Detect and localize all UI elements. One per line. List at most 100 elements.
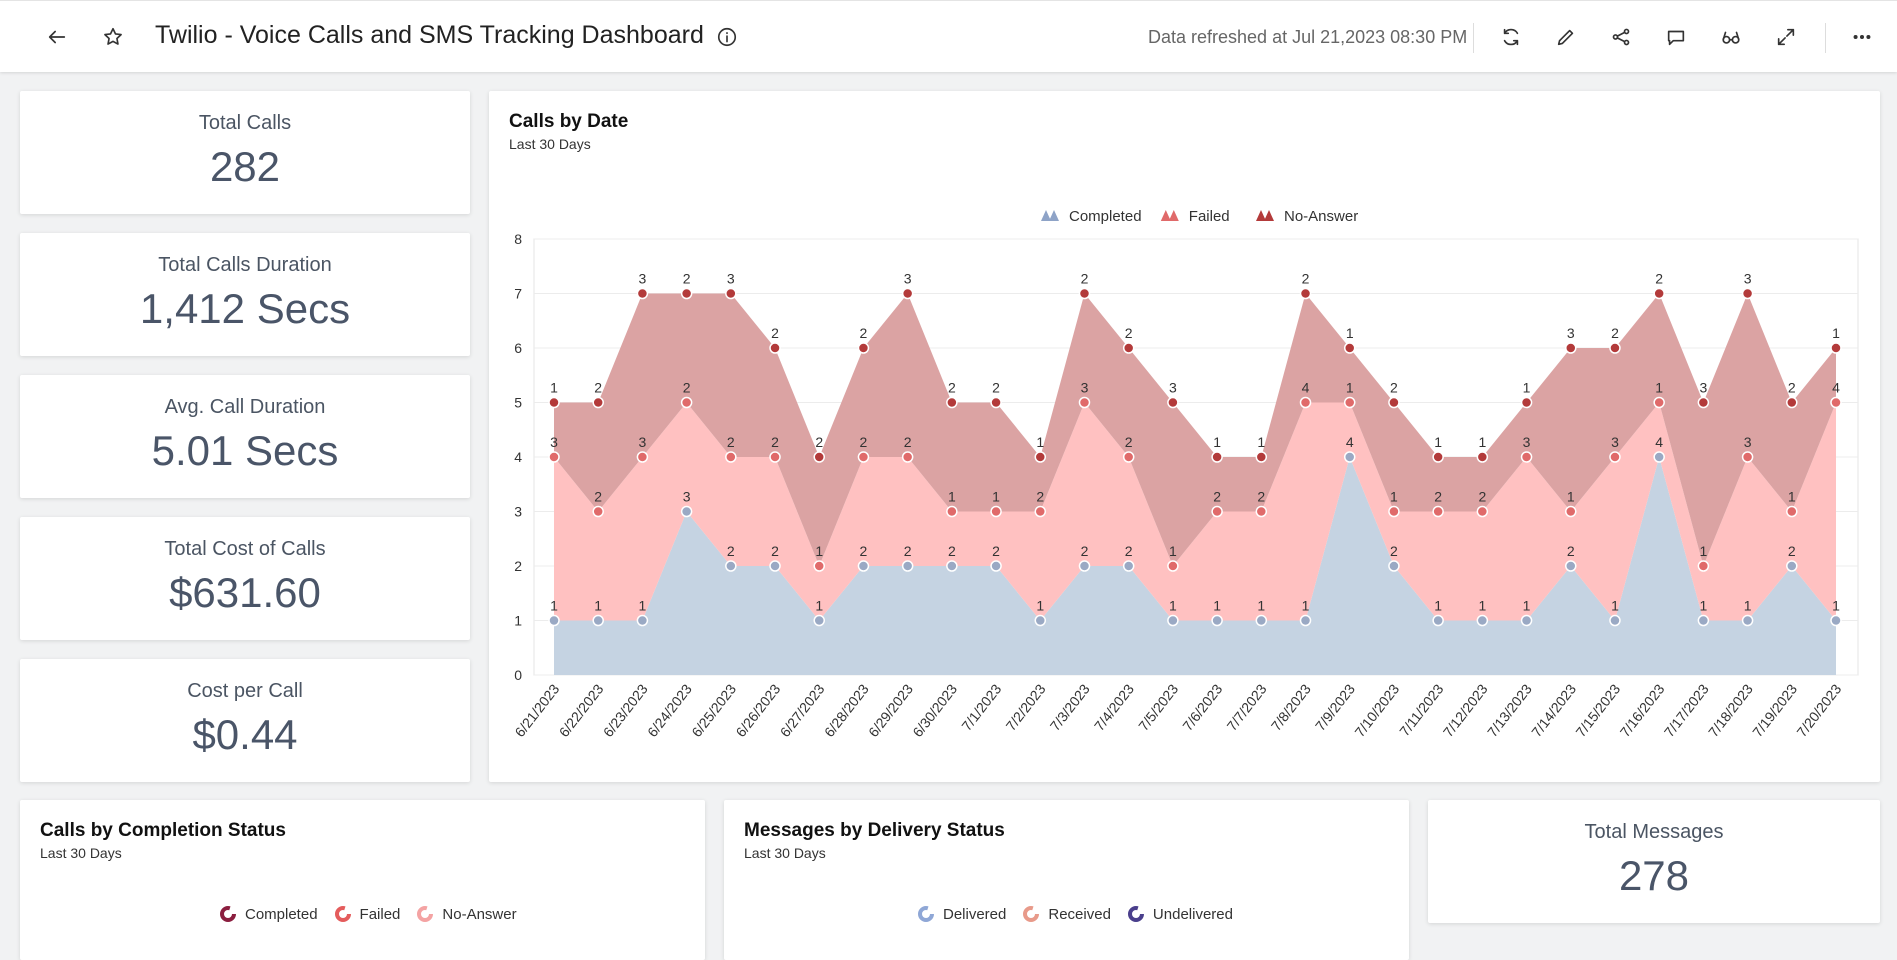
data-point-completed[interactable] — [1167, 614, 1179, 627]
favorite-button[interactable] — [97, 21, 129, 53]
data-point-no-answer[interactable] — [857, 342, 870, 354]
data-point-failed[interactable] — [1697, 560, 1710, 572]
data-point-failed[interactable] — [1034, 505, 1047, 518]
data-point-completed[interactable] — [946, 560, 958, 572]
data-point-completed[interactable] — [636, 614, 649, 627]
data-point-no-answer[interactable] — [813, 451, 825, 463]
data-point-completed[interactable] — [1255, 614, 1268, 627]
data-point-no-answer[interactable] — [1476, 451, 1489, 463]
data-point-completed[interactable] — [548, 614, 560, 627]
data-point-failed[interactable] — [592, 505, 604, 518]
data-point-completed[interactable] — [680, 505, 693, 518]
legend-item-failed[interactable]: Failed — [334, 905, 400, 923]
edit-button[interactable] — [1550, 21, 1582, 53]
data-point-failed[interactable] — [1476, 505, 1489, 518]
data-point-failed[interactable] — [1741, 451, 1754, 463]
data-point-completed[interactable] — [1697, 614, 1710, 627]
refresh-button[interactable] — [1495, 21, 1527, 53]
data-point-no-answer[interactable] — [1299, 287, 1312, 300]
data-point-failed[interactable] — [548, 451, 560, 463]
data-point-no-answer[interactable] — [1609, 342, 1621, 354]
data-point-completed[interactable] — [1830, 614, 1842, 627]
share-button[interactable] — [1605, 21, 1637, 53]
data-point-no-answer[interactable] — [1520, 396, 1533, 409]
data-point-no-answer[interactable] — [1211, 451, 1223, 463]
data-point-failed[interactable] — [946, 505, 958, 518]
comment-button[interactable] — [1660, 21, 1692, 53]
data-point-completed[interactable] — [1741, 614, 1754, 627]
data-point-no-answer[interactable] — [1078, 287, 1091, 300]
data-point-no-answer[interactable] — [1565, 342, 1577, 354]
data-point-no-answer[interactable] — [592, 396, 604, 409]
data-point-failed[interactable] — [1653, 396, 1665, 409]
legend-item-undelivered[interactable]: Undelivered — [1127, 905, 1233, 923]
data-point-no-answer[interactable] — [1653, 287, 1665, 300]
data-point-no-answer[interactable] — [680, 287, 693, 300]
data-point-completed[interactable] — [1122, 560, 1135, 572]
data-point-completed[interactable] — [1520, 614, 1533, 627]
data-point-completed[interactable] — [990, 560, 1002, 572]
data-point-completed[interactable] — [1211, 614, 1223, 627]
data-point-no-answer[interactable] — [901, 287, 914, 300]
data-point-failed[interactable] — [901, 451, 914, 463]
data-point-completed[interactable] — [1653, 451, 1665, 463]
data-point-completed[interactable] — [1476, 614, 1489, 627]
view-mode-button[interactable] — [1715, 21, 1747, 53]
data-point-completed[interactable] — [857, 560, 870, 572]
data-point-completed[interactable] — [1299, 614, 1312, 627]
data-point-no-answer[interactable] — [1122, 342, 1135, 354]
data-point-failed[interactable] — [990, 505, 1002, 518]
data-point-completed[interactable] — [1432, 614, 1444, 627]
data-point-failed[interactable] — [1520, 451, 1533, 463]
info-button[interactable] — [711, 21, 743, 53]
data-point-completed[interactable] — [1034, 614, 1047, 627]
legend-item-no-answer[interactable]: No-Answer — [416, 905, 517, 923]
expand-button[interactable] — [1770, 21, 1802, 53]
data-point-no-answer[interactable] — [946, 396, 958, 409]
data-point-failed[interactable] — [1211, 505, 1223, 518]
data-point-no-answer[interactable] — [990, 396, 1002, 409]
data-point-completed[interactable] — [592, 614, 604, 627]
data-point-failed[interactable] — [1609, 451, 1621, 463]
data-point-failed[interactable] — [769, 451, 781, 463]
data-point-no-answer[interactable] — [725, 287, 737, 300]
data-point-failed[interactable] — [1786, 505, 1798, 518]
data-point-failed[interactable] — [725, 451, 737, 463]
data-point-completed[interactable] — [769, 560, 781, 572]
data-point-no-answer[interactable] — [1388, 396, 1400, 409]
data-point-completed[interactable] — [813, 614, 825, 627]
data-point-failed[interactable] — [636, 451, 649, 463]
data-point-failed[interactable] — [680, 396, 693, 409]
data-point-failed[interactable] — [1432, 505, 1444, 518]
data-point-no-answer[interactable] — [1697, 396, 1710, 409]
data-point-completed[interactable] — [1786, 560, 1798, 572]
data-point-no-answer[interactable] — [636, 287, 649, 300]
data-point-no-answer[interactable] — [1830, 342, 1842, 354]
data-point-failed[interactable] — [1299, 396, 1312, 409]
data-point-failed[interactable] — [1078, 396, 1091, 409]
data-point-failed[interactable] — [1388, 505, 1400, 518]
data-point-completed[interactable] — [901, 560, 914, 572]
data-point-no-answer[interactable] — [1167, 396, 1179, 409]
data-point-failed[interactable] — [1565, 505, 1577, 518]
data-point-completed[interactable] — [1609, 614, 1621, 627]
data-point-failed[interactable] — [1343, 396, 1356, 409]
back-button[interactable] — [41, 21, 73, 53]
legend-item-completed[interactable]: Completed — [219, 905, 318, 923]
data-point-no-answer[interactable] — [1741, 287, 1754, 300]
data-point-completed[interactable] — [1565, 560, 1577, 572]
data-point-failed[interactable] — [1122, 451, 1135, 463]
data-point-completed[interactable] — [1078, 560, 1091, 572]
more-button[interactable] — [1846, 21, 1878, 53]
legend-item-delivered[interactable]: Delivered — [917, 905, 1006, 923]
data-point-no-answer[interactable] — [548, 396, 560, 409]
data-point-completed[interactable] — [725, 560, 737, 572]
legend-label-failed[interactable]: Failed — [1189, 208, 1230, 225]
data-point-no-answer[interactable] — [1255, 451, 1268, 463]
data-point-completed[interactable] — [1388, 560, 1400, 572]
legend-label-no-answer[interactable]: No-Answer — [1284, 208, 1358, 225]
data-point-no-answer[interactable] — [1034, 451, 1047, 463]
data-point-no-answer[interactable] — [769, 342, 781, 354]
data-point-completed[interactable] — [1343, 451, 1356, 463]
data-point-no-answer[interactable] — [1786, 396, 1798, 409]
